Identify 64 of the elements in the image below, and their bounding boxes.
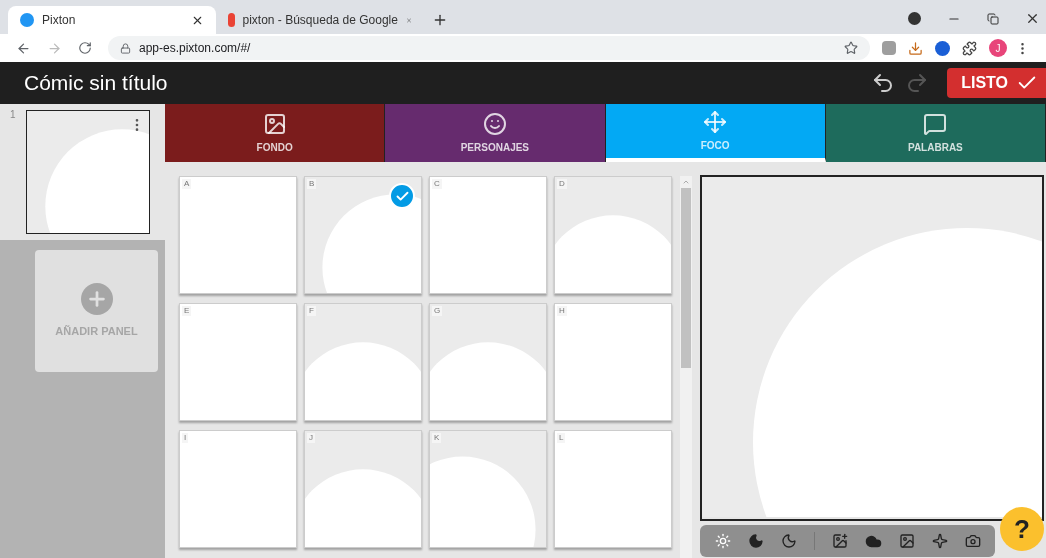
restore-icon[interactable] bbox=[987, 12, 999, 25]
layout-card[interactable]: C bbox=[429, 176, 547, 294]
layout-card[interactable]: E bbox=[179, 303, 297, 421]
add-image-icon[interactable] bbox=[831, 533, 848, 549]
comic-title: Cómic sin título bbox=[24, 70, 169, 97]
star-icon[interactable] bbox=[844, 41, 858, 55]
category-tab[interactable]: FONDO bbox=[165, 104, 386, 162]
new-tab-icon[interactable] bbox=[432, 12, 448, 28]
layout-card[interactable]: L bbox=[554, 430, 672, 548]
category-tab[interactable]: PALABRAS bbox=[825, 104, 1046, 162]
extensions-icon[interactable] bbox=[962, 40, 977, 56]
sparkle-icon[interactable] bbox=[931, 533, 948, 549]
close-icon[interactable] bbox=[1025, 11, 1040, 26]
panel-preview[interactable] bbox=[700, 175, 1044, 521]
layout-letter: G bbox=[432, 306, 443, 316]
address-field[interactable]: app-es.pixton.com/#/ bbox=[108, 36, 870, 60]
profile-avatar[interactable]: J bbox=[989, 39, 1007, 57]
lock-icon bbox=[120, 42, 131, 54]
face-icon bbox=[482, 111, 507, 136]
panel-number: 1 bbox=[10, 110, 16, 122]
camera-icon[interactable] bbox=[964, 533, 981, 549]
help-button[interactable]: ? bbox=[1000, 507, 1044, 551]
layout-card[interactable]: F bbox=[304, 303, 422, 421]
layout-card[interactable]: B bbox=[304, 176, 422, 294]
plus-icon bbox=[80, 282, 113, 315]
layout-letter: F bbox=[307, 306, 316, 316]
download-icon[interactable] bbox=[908, 40, 923, 56]
url-text: app-es.pixton.com/#/ bbox=[139, 40, 252, 57]
media-icon[interactable] bbox=[908, 12, 921, 25]
layout-letter: A bbox=[182, 179, 192, 189]
browser-tab[interactable]: pixton - Búsqueda de Google bbox=[216, 6, 424, 34]
speech-bubble-icon bbox=[923, 111, 948, 136]
layout-card[interactable]: G bbox=[429, 303, 547, 421]
image-icon bbox=[262, 111, 287, 136]
layout-letter: B bbox=[307, 179, 317, 189]
layout-card[interactable]: H bbox=[554, 303, 672, 421]
layout-letter: D bbox=[557, 179, 567, 189]
crescent-icon[interactable] bbox=[780, 533, 797, 549]
layout-letter: L bbox=[557, 433, 566, 443]
browser-tab[interactable]: Pixton bbox=[8, 6, 216, 34]
back-icon[interactable] bbox=[16, 40, 31, 56]
layout-card[interactable]: I bbox=[179, 430, 297, 548]
tab-title: Pixton bbox=[42, 12, 77, 29]
layout-letter: J bbox=[307, 433, 315, 443]
sun-icon[interactable] bbox=[714, 533, 731, 549]
layout-card[interactable]: K bbox=[429, 430, 547, 548]
scrollbar[interactable] bbox=[680, 176, 692, 558]
layout-letter: I bbox=[182, 433, 189, 443]
layout-letter: K bbox=[432, 433, 442, 443]
reload-icon[interactable] bbox=[78, 41, 92, 55]
moon-icon[interactable] bbox=[747, 533, 764, 549]
layout-card[interactable]: D bbox=[554, 176, 672, 294]
image-icon[interactable] bbox=[898, 533, 915, 549]
layout-letter: C bbox=[432, 179, 442, 189]
move-icon bbox=[703, 109, 728, 134]
done-button[interactable]: LISTO bbox=[947, 68, 1046, 98]
layout-letter: E bbox=[182, 306, 192, 316]
panel-thumbnail[interactable] bbox=[25, 110, 150, 234]
category-tab[interactable]: PERSONAJES bbox=[385, 104, 606, 162]
extension-icon[interactable] bbox=[935, 40, 950, 56]
tab-title: pixton - Búsqueda de Google bbox=[242, 12, 398, 29]
layout-card[interactable]: A bbox=[179, 176, 297, 294]
layout-letter: H bbox=[557, 306, 567, 316]
layout-card[interactable]: J bbox=[304, 430, 422, 548]
